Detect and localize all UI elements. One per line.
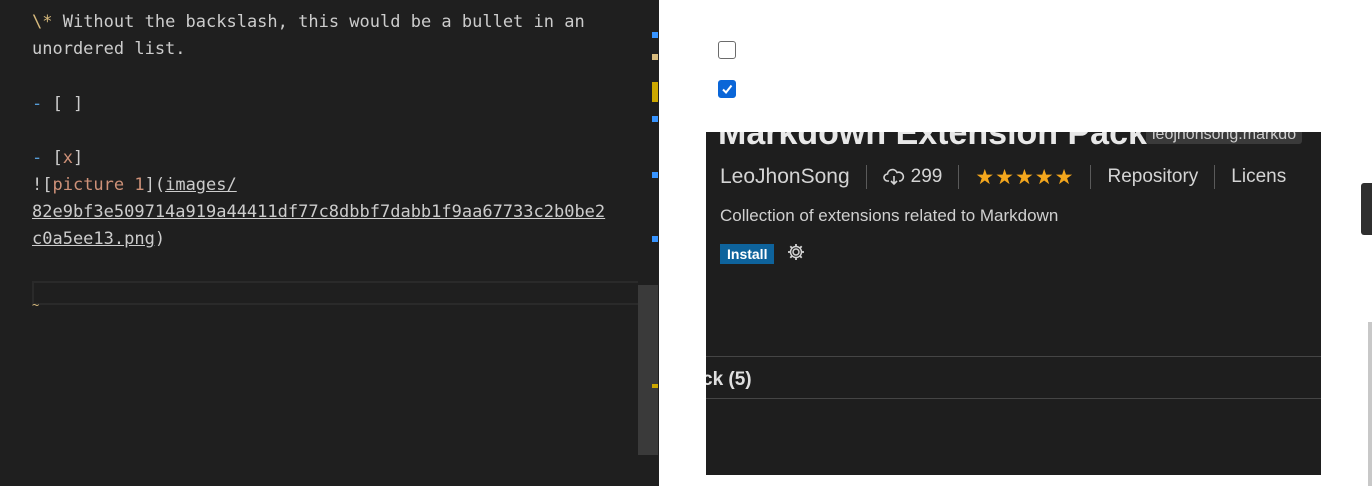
side-panel-handle[interactable] (1361, 183, 1372, 235)
divider (958, 165, 960, 189)
divider (1214, 165, 1216, 189)
image-path-link[interactable]: images/ (165, 175, 237, 195)
checkmark-icon (722, 84, 733, 95)
bracket: [ (52, 148, 63, 168)
task-checkbox-unchecked[interactable] (718, 41, 736, 59)
task-x: x (62, 148, 73, 168)
extension-screenshot-image: Markdown Extension Pack leojhonsong.mark… (706, 132, 1321, 475)
markdown-editor[interactable]: \* Without the backslash, this would be … (0, 0, 644, 486)
task-box: [ ] (52, 94, 84, 114)
minimap-marker (652, 236, 658, 242)
minimap-marker (652, 116, 658, 122)
gear-icon (788, 244, 804, 260)
extension-meta-row: LeoJhonSong 299 ★★★★★ Repository Licens (720, 162, 1286, 192)
current-line-highlight (32, 281, 644, 305)
image-path-link[interactable]: 82e9bf3e509714a919a44411df77c8dbbf7dabb1… (32, 202, 605, 222)
extension-title: Markdown Extension Pack (718, 132, 1147, 152)
divider (706, 356, 1321, 357)
editor-line: unordered list. (32, 36, 186, 63)
minimap-marker (652, 172, 658, 178)
editor-line: \* Without the backslash, this would be … (32, 9, 585, 36)
task-checkbox-checked[interactable] (718, 80, 736, 98)
image-alt-text: picture 1 (52, 175, 145, 195)
divider (706, 398, 1321, 399)
editor-line-task-checked: - [x] (32, 145, 83, 172)
escape-text: \* (32, 12, 53, 32)
warning-squiggle: ~ (32, 298, 40, 312)
divider (1090, 165, 1092, 189)
minimap-marker (652, 82, 658, 102)
extension-pack-header: ck (5) (706, 369, 752, 390)
divider (865, 165, 867, 189)
editor-scrollbar-thumb[interactable] (638, 285, 658, 455)
install-button: Install (720, 244, 775, 264)
preview-scrollbar[interactable] (1368, 322, 1372, 486)
minimap-marker (652, 32, 658, 38)
bracket: ] (73, 148, 84, 168)
editor-line: c0a5ee13.png) (32, 226, 165, 253)
rating-stars: ★★★★★ (975, 165, 1075, 189)
editor-line-task-unchecked: - [ ] (32, 91, 83, 118)
install-count: 299 (910, 166, 943, 187)
minimap-marker (652, 384, 658, 388)
line-text: Without the backslash, this would be a b… (52, 12, 585, 32)
license-link: Licens (1231, 166, 1287, 187)
extension-id-badge: leojhonsong.markdo (1146, 132, 1303, 144)
publisher-name: LeoJhonSong (720, 165, 850, 188)
image-syntax: ]( (144, 175, 166, 195)
cloud-download-icon (882, 168, 904, 186)
image-syntax: ) (154, 229, 166, 249)
list-dash: - (32, 94, 43, 114)
repository-link: Repository (1107, 166, 1199, 187)
editor-line-image: ![picture 1](images/ (32, 172, 237, 199)
image-path-link[interactable]: c0a5ee13.png (32, 229, 155, 249)
editor-line: 82e9bf3e509714a919a44411df77c8dbbf7dabb1… (32, 199, 605, 226)
line-text: unordered list. (32, 39, 186, 59)
extension-description: Collection of extensions related to Mark… (720, 206, 1059, 225)
image-syntax: ![ (32, 175, 53, 195)
minimap-marker (652, 54, 658, 60)
list-dash: - (32, 148, 43, 168)
